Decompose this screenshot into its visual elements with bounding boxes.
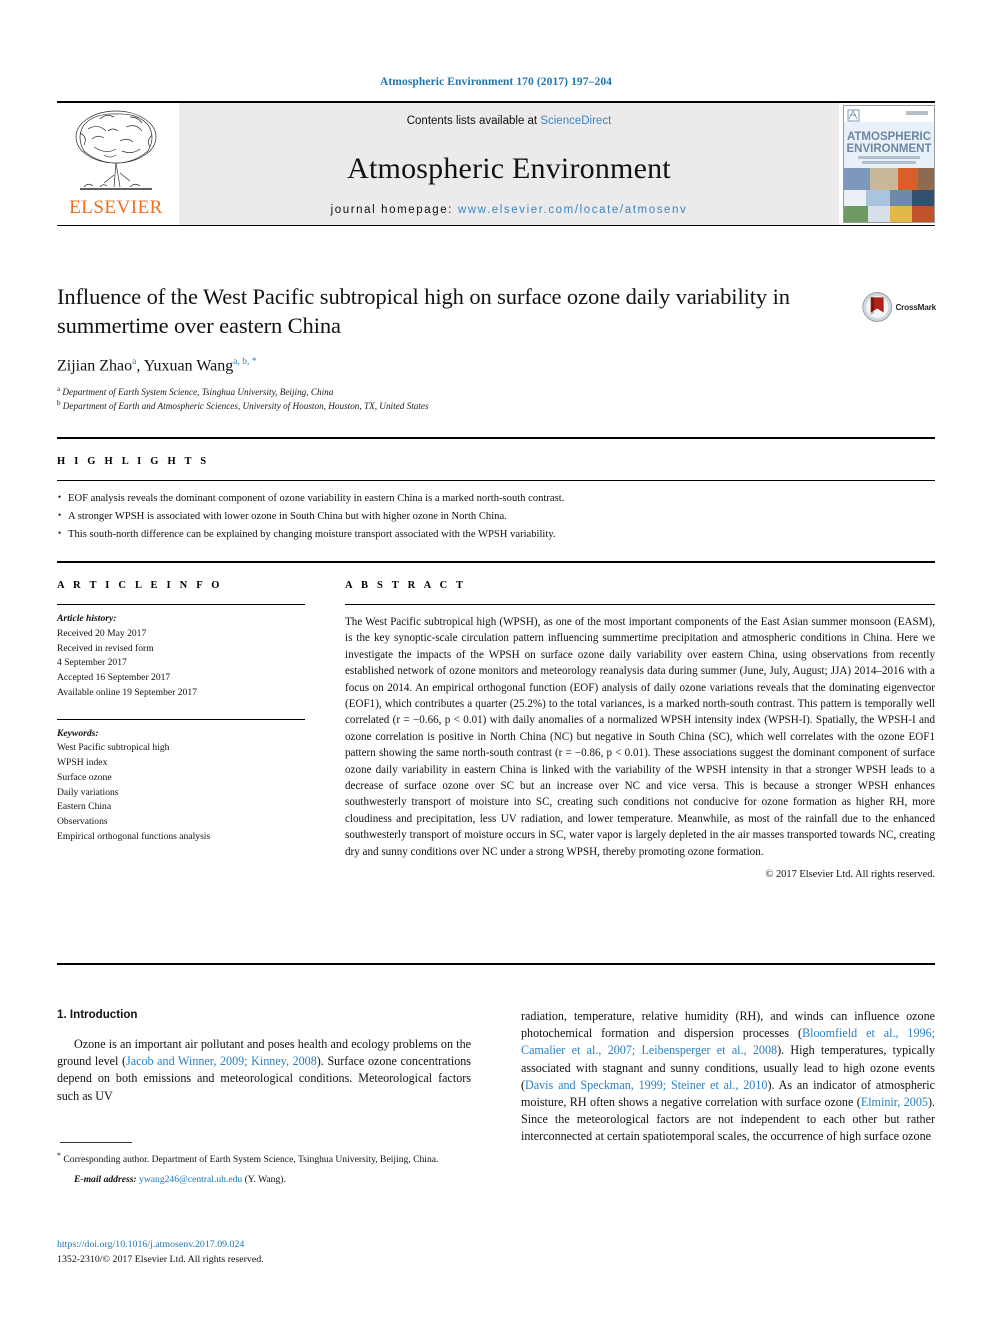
affiliation-text-a: Department of Earth System Science, Tsin… (62, 386, 334, 397)
journal-cover-thumbnail: ATMOSPHERIC ENVIRONMENT (843, 105, 935, 223)
elsevier-wordmark: ELSEVIER (69, 197, 163, 218)
corresponding-author-footnote: * Corresponding author. Department of Ea… (57, 1150, 471, 1187)
keywords-label: Keywords: (57, 727, 99, 739)
author-marks-2: a, b, * (233, 356, 257, 367)
introduction-right-column: radiation, temperature, relative humidit… (521, 1008, 935, 1145)
elsevier-logo: ELSEVIER (57, 103, 175, 225)
history-line: Accepted 16 September 2017 (57, 672, 171, 684)
author-name-2: Yuxuan Wang (143, 356, 234, 374)
list-item: This south-north difference can be expla… (57, 526, 935, 544)
affiliation-list: a Department of Earth System Science, Ts… (57, 385, 847, 413)
masthead-bottom-rule (57, 225, 935, 226)
abstract-top-rule (57, 561, 935, 563)
keyword-item: Empirical orthogonal functions analysis (57, 830, 211, 842)
contents-lists-line: Contents lists available at ScienceDirec… (179, 115, 839, 127)
citation-link[interactable]: Davis and Speckman, 1999; Steiner et al.… (525, 1078, 767, 1092)
highlights-top-rule (57, 437, 935, 439)
author-list: Zijian Zhaoa, Yuxuan Wanga, b, * (57, 356, 257, 374)
abstract-copyright: © 2017 Elsevier Ltd. All rights reserved… (765, 869, 936, 881)
abstract-bottom-rule (57, 963, 935, 965)
highlights-section: H I G H L I G H T S EOF analysis reveals… (57, 456, 935, 545)
email-line: E-mail address: ywang246@central.uh.edu … (57, 1173, 471, 1187)
history-line: Received 20 May 2017 (57, 627, 147, 639)
article-info-divider (57, 604, 305, 605)
citation-link[interactable]: Bloomfield et al., 1996; Camalier et al.… (521, 1026, 935, 1057)
homepage-prefix: journal homepage: (330, 204, 458, 216)
email-link[interactable]: ywang246@central.uh.edu (139, 1174, 242, 1185)
journal-masthead: ELSEVIER Contents lists available at Sci… (57, 101, 935, 227)
citation-link[interactable]: Jacob and Winner, 2009; Kinney, 2008 (126, 1054, 317, 1068)
author-name-1: Zijian Zhao (57, 356, 133, 374)
affiliation-mark-a: a (57, 384, 61, 393)
highlights-list: EOF analysis reveals the dominant compon… (57, 489, 935, 545)
keyword-item: Eastern China (57, 801, 112, 813)
crossmark-badge[interactable]: CrossMark (862, 287, 936, 327)
keyword-item: Observations (57, 816, 108, 828)
abstract-section: A B S T R A C T The West Pacific subtrop… (345, 580, 935, 880)
section-heading-introduction: 1. Introduction (57, 1008, 138, 1021)
article-page: Atmospheric Environment 170 (2017) 197–2… (0, 0, 992, 1323)
journal-homepage-line: journal homepage: www.elsevier.com/locat… (179, 204, 839, 216)
intro-paragraph-right: radiation, temperature, relative humidit… (521, 1009, 936, 1144)
history-line: Available online 19 September 2017 (57, 686, 197, 698)
elsevier-tree-icon (75, 110, 157, 190)
history-line: 4 September 2017 (57, 657, 127, 669)
doi-footer: https://doi.org/10.1016/j.atmosenv.2017.… (57, 1237, 471, 1267)
article-history-label: Article history: (57, 613, 117, 624)
doi-link[interactable]: https://doi.org/10.1016/j.atmosenv.2017.… (57, 1239, 244, 1250)
masthead-center: Contents lists available at ScienceDirec… (179, 103, 839, 225)
abstract-heading: A B S T R A C T (345, 580, 467, 591)
email-owner: (Y. Wang). (244, 1174, 286, 1186)
crossmark-icon (862, 292, 893, 322)
author-marks-1: a (132, 356, 137, 367)
list-item: EOF analysis reveals the dominant compon… (57, 489, 935, 508)
journal-title: Atmospheric Environment (347, 151, 671, 185)
cover-artwork: ATMOSPHERIC ENVIRONMENT (844, 106, 934, 222)
introduction-left-column: 1. Introduction Ozone is an important ai… (57, 1008, 471, 1105)
article-history-block: Article history: Received 20 May 2017 Re… (57, 612, 305, 701)
crossmark-label: CrossMark (895, 302, 936, 312)
homepage-url-link[interactable]: www.elsevier.com/locate/atmosenv (458, 204, 688, 216)
sciencedirect-link[interactable]: ScienceDirect (540, 115, 611, 127)
keyword-item: Daily variations (57, 786, 119, 798)
article-info-heading: A R T I C L E I N F O (57, 580, 223, 591)
keyword-item: Surface ozone (57, 771, 112, 783)
affiliation-b: b Department of Earth and Atmospheric Sc… (57, 399, 847, 413)
citation-link[interactable]: Elminir, 2005 (861, 1095, 928, 1109)
keywords-block: Keywords: West Pacific subtropical high … (57, 727, 305, 845)
highlights-heading: H I G H L I G H T S (57, 456, 210, 467)
keyword-item: West Pacific subtropical high (57, 742, 170, 754)
running-head: Atmospheric Environment 170 (2017) 197–2… (379, 76, 613, 88)
page-title: Influence of the West Pacific subtropica… (57, 284, 790, 339)
affiliation-a: a Department of Earth System Science, Ts… (57, 385, 847, 399)
corresponding-author-text: Corresponding author. Department of Eart… (61, 1154, 439, 1166)
affiliation-mark-b: b (57, 398, 61, 407)
highlights-divider (57, 480, 935, 481)
issn-copyright-line: 1352-2310/© 2017 Elsevier Ltd. All right… (57, 1254, 264, 1266)
title-block: Influence of the West Pacific subtropica… (57, 282, 847, 413)
keywords-divider (57, 718, 305, 720)
keyword-item: WPSH index (57, 757, 108, 769)
abstract-text: The West Pacific subtropical high (WPSH)… (345, 616, 935, 858)
affiliation-text-b: Department of Earth and Atmospheric Scie… (62, 401, 429, 412)
article-info-section: A R T I C L E I N F O Article history: R… (57, 580, 305, 845)
intro-paragraph-left: Ozone is an important air pollutant and … (57, 1037, 472, 1103)
abstract-divider (345, 604, 935, 605)
footnote-rule (60, 1142, 132, 1143)
list-item: A stronger WPSH is associated with lower… (57, 508, 935, 526)
email-label: E-mail address: (74, 1174, 137, 1186)
contents-prefix: Contents lists available at (406, 115, 541, 127)
history-line: Received in revised form (57, 642, 154, 654)
